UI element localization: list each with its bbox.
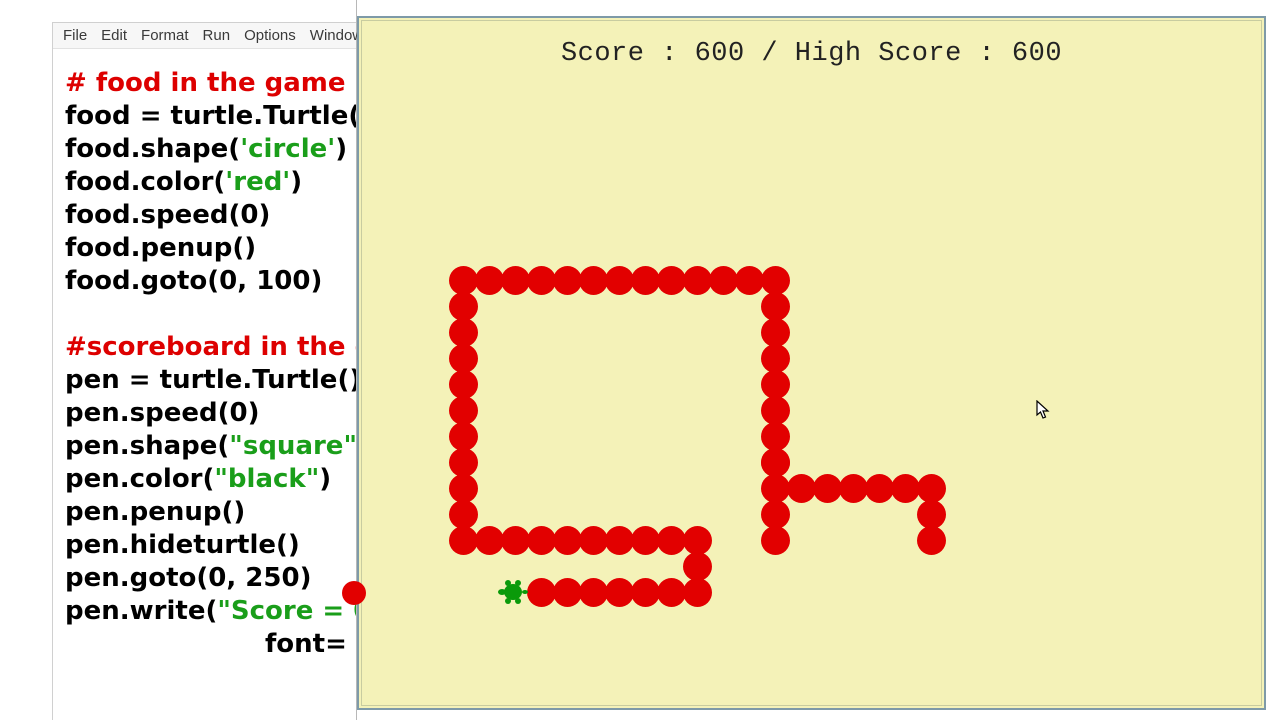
snake-segment: [631, 266, 660, 295]
snake-segment: [683, 266, 712, 295]
snake-segment: [761, 370, 790, 399]
snake-segment: [657, 526, 686, 555]
snake-segment: [449, 266, 478, 295]
menu-edit[interactable]: Edit: [101, 27, 127, 44]
food-dot: [342, 581, 366, 605]
snake-segment: [891, 474, 920, 503]
snake-head-icon: [498, 579, 528, 605]
snake-segment: [449, 422, 478, 451]
snake-segment: [605, 266, 634, 295]
code-line: pen.color("black"): [65, 463, 344, 496]
snake-segment: [475, 526, 504, 555]
snake-segment: [605, 526, 634, 555]
snake-segment: [735, 266, 764, 295]
snake-segment: [579, 526, 608, 555]
score-text: Score : 600 / High Score : 600: [362, 39, 1261, 69]
menu-run[interactable]: Run: [203, 27, 231, 44]
snake-segment: [501, 266, 530, 295]
code-line: #scoreboard in the gar: [65, 331, 344, 364]
snake-segment: [527, 266, 556, 295]
snake-segment: [761, 474, 790, 503]
snake-segment: [813, 474, 842, 503]
code-line: pen.hideturtle(): [65, 529, 344, 562]
snake-segment: [449, 448, 478, 477]
snake-segment: [787, 474, 816, 503]
snake-segment: [579, 578, 608, 607]
snake-segment: [527, 526, 556, 555]
code-line: [65, 298, 344, 331]
snake-segment: [553, 526, 582, 555]
code-line: # food in the game: [65, 67, 344, 100]
code-line: pen.shape("square"): [65, 430, 344, 463]
editor-frame: File Edit Format Run Options Window # fo…: [52, 22, 356, 720]
snake-segment: [761, 266, 790, 295]
snake-segment: [865, 474, 894, 503]
code-line: pen.speed(0): [65, 397, 344, 430]
snake-segment: [761, 292, 790, 321]
snake-segment: [449, 370, 478, 399]
code-line: pen.write("Score = 0 / I: [65, 595, 344, 628]
code-line: food = turtle.Turtle(): [65, 100, 344, 133]
snake-segment: [449, 318, 478, 347]
menu-options[interactable]: Options: [244, 27, 296, 44]
snake-segment: [761, 396, 790, 425]
snake-segment: [605, 578, 634, 607]
code-line: food.goto(0, 100): [65, 265, 344, 298]
snake-segment: [761, 344, 790, 373]
snake-segment: [657, 578, 686, 607]
snake-segment: [917, 474, 946, 503]
snake-segment: [761, 422, 790, 451]
snake-segment: [501, 526, 530, 555]
snake-segment: [449, 344, 478, 373]
snake-segment: [683, 552, 712, 581]
mouse-cursor-icon: [1036, 400, 1050, 420]
snake-segment: [657, 266, 686, 295]
code-line: pen.goto(0, 250): [65, 562, 344, 595]
snake-segment: [631, 526, 660, 555]
editor-menubar: File Edit Format Run Options Window: [53, 23, 356, 49]
snake-segment: [449, 526, 478, 555]
snake-segment: [579, 266, 608, 295]
menu-format[interactable]: Format: [141, 27, 189, 44]
snake-segment: [527, 578, 556, 607]
snake-segment: [631, 578, 660, 607]
game-pane: Score : 600 / High Score : 600: [357, 0, 1280, 720]
menu-window[interactable]: Window: [310, 27, 363, 44]
snake-segment: [475, 266, 504, 295]
code-line: pen.penup(): [65, 496, 344, 529]
snake-segment: [449, 474, 478, 503]
code-line: food.penup(): [65, 232, 344, 265]
snake-segment: [709, 266, 738, 295]
snake-segment: [761, 500, 790, 529]
turtle-canvas: Score : 600 / High Score : 600: [361, 20, 1262, 706]
menu-file[interactable]: File: [63, 27, 87, 44]
code-line: pen = turtle.Turtle(): [65, 364, 344, 397]
snake-segment: [683, 578, 712, 607]
turtle-window[interactable]: Score : 600 / High Score : 600: [357, 16, 1266, 710]
snake-segment: [449, 396, 478, 425]
app-root: File Edit Format Run Options Window # fo…: [0, 0, 1280, 720]
snake-segment: [683, 526, 712, 555]
snake-segment: [917, 500, 946, 529]
snake-segment: [553, 578, 582, 607]
code-line: food.speed(0): [65, 199, 344, 232]
code-editor[interactable]: # food in the gamefood = turtle.Turtle()…: [53, 49, 356, 661]
snake-segment: [917, 526, 946, 555]
code-line: font=: [65, 628, 344, 661]
code-line: food.color('red'): [65, 166, 344, 199]
snake-segment: [761, 318, 790, 347]
snake-segment: [761, 448, 790, 477]
snake-segment: [553, 266, 582, 295]
editor-window: File Edit Format Run Options Window # fo…: [0, 0, 357, 720]
snake-segment: [839, 474, 868, 503]
snake-segment: [449, 500, 478, 529]
snake-segment: [761, 526, 790, 555]
code-line: food.shape('circle'): [65, 133, 344, 166]
snake-segment: [449, 292, 478, 321]
